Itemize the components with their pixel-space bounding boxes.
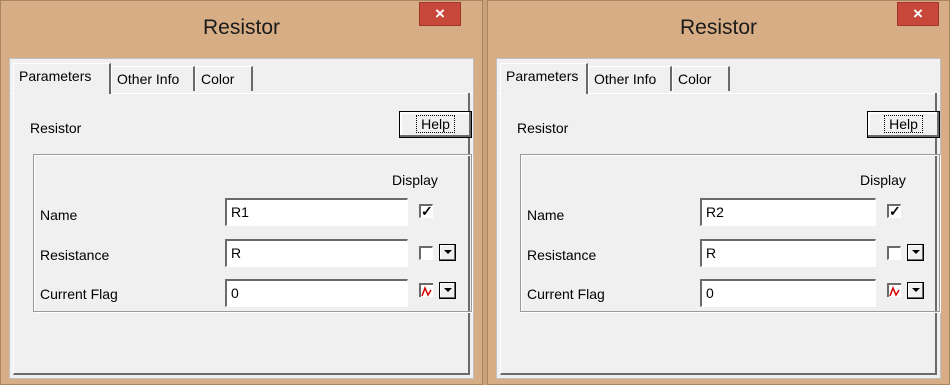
- tab-other-info[interactable]: Other Info: [111, 66, 195, 91]
- name-display-checkbox[interactable]: ✓: [887, 204, 901, 218]
- current-flag-icon[interactable]: [419, 283, 433, 297]
- current-flag-dropdown[interactable]: [907, 282, 924, 299]
- resistance-label: Resistance: [40, 247, 110, 263]
- help-button[interactable]: Help: [399, 111, 472, 138]
- help-button-label: Help: [416, 115, 455, 133]
- resistance-display-dropdown[interactable]: [907, 244, 924, 261]
- tab-parameters[interactable]: Parameters: [13, 63, 111, 94]
- resistance-display-checkbox[interactable]: [887, 246, 901, 260]
- check-icon: ✓: [889, 203, 901, 219]
- current-flag-label: Current Flag: [527, 286, 605, 302]
- close-button[interactable]: ×: [419, 2, 461, 26]
- dialog-client-area: Parameters Other Info Color Resistor Hel…: [496, 58, 941, 379]
- check-icon: ✓: [421, 203, 433, 219]
- current-flag-dropdown[interactable]: [439, 282, 456, 299]
- name-field[interactable]: R1: [225, 198, 408, 226]
- title-bar[interactable]: Resistor ×: [488, 1, 949, 59]
- window-title: Resistor: [679, 16, 758, 39]
- tab-color[interactable]: Color: [672, 66, 730, 91]
- resistor-dialog-1: Resistor × Parameters Other Info Color R…: [0, 0, 483, 385]
- tab-parameters[interactable]: Parameters: [500, 63, 588, 94]
- resistance-label: Resistance: [527, 247, 597, 263]
- resistance-field[interactable]: R: [225, 239, 408, 267]
- help-button-label: Help: [884, 115, 923, 133]
- tab-color[interactable]: Color: [195, 66, 253, 91]
- component-heading: Resistor: [517, 120, 569, 136]
- resistance-display-dropdown[interactable]: [439, 244, 456, 261]
- title-bar[interactable]: Resistor ×: [1, 1, 482, 59]
- name-label: Name: [527, 207, 565, 223]
- close-button[interactable]: ×: [897, 2, 939, 26]
- name-display-checkbox[interactable]: ✓: [419, 204, 433, 218]
- display-column-header: Display: [860, 172, 906, 188]
- name-field[interactable]: R2: [700, 198, 876, 226]
- dialog-client-area: Parameters Other Info Color Resistor Hel…: [9, 58, 474, 379]
- window-title: Resistor: [202, 16, 281, 39]
- name-label: Name: [40, 207, 78, 223]
- current-flag-field[interactable]: 0: [225, 279, 408, 307]
- current-flag-field[interactable]: 0: [700, 279, 876, 307]
- tab-other-info[interactable]: Other Info: [588, 66, 672, 91]
- component-heading: Resistor: [30, 120, 82, 136]
- resistance-field[interactable]: R: [700, 239, 876, 267]
- display-column-header: Display: [392, 172, 438, 188]
- current-flag-icon[interactable]: [887, 283, 901, 297]
- current-flag-label: Current Flag: [40, 286, 118, 302]
- help-button[interactable]: Help: [867, 111, 940, 138]
- resistance-display-checkbox[interactable]: [419, 246, 433, 260]
- resistor-dialog-2: Resistor × Parameters Other Info Color R…: [487, 0, 950, 385]
